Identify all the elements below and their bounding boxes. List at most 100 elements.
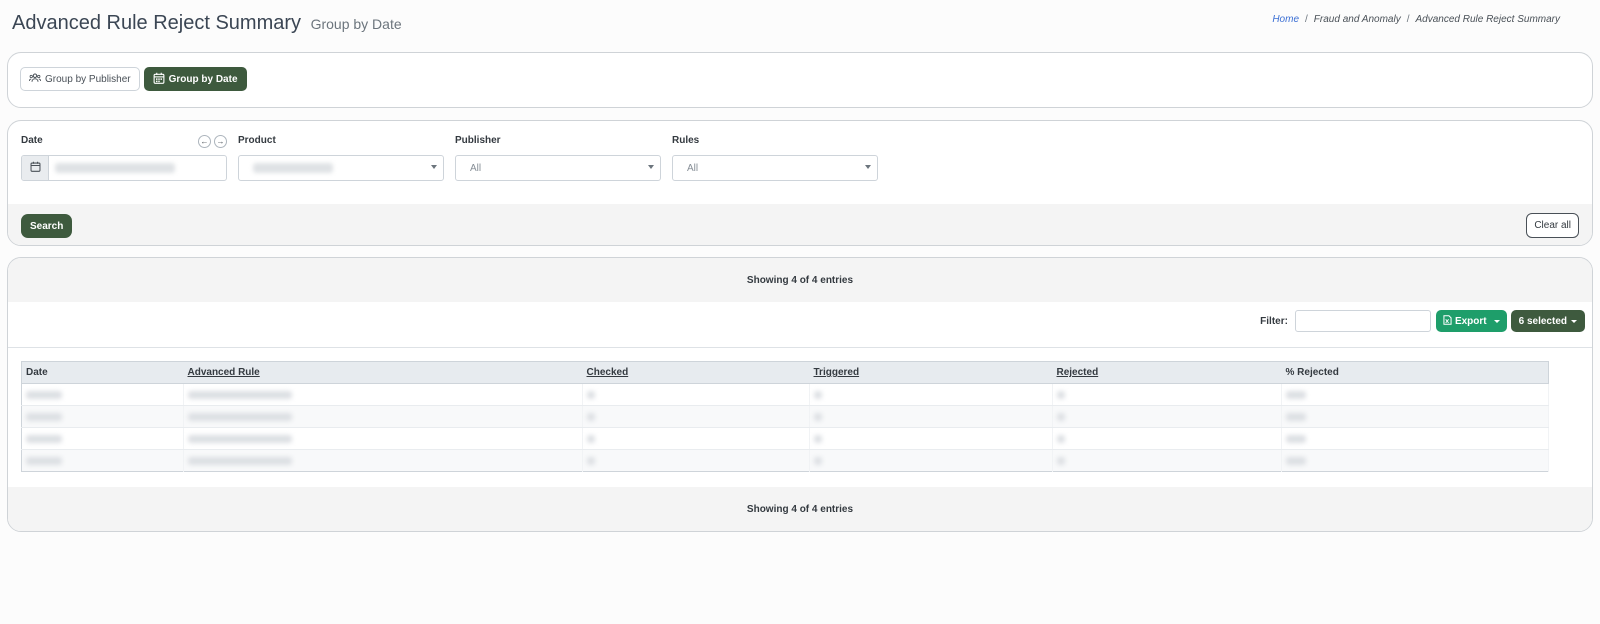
columns-selected-button[interactable]: 6 selected (1510, 310, 1585, 332)
table-cell (1052, 449, 1282, 472)
table-cell (1281, 383, 1549, 406)
group-by-date-label: Group by Date (168, 73, 238, 85)
results-card: Showing 4 of 4 entries Filter: Export 6 … (7, 257, 1593, 532)
page-header: Advanced Rule Reject Summary Group by Da… (12, 10, 1560, 40)
breadcrumb-separator: / (1406, 14, 1410, 25)
publisher-filter: Publisher All (455, 135, 661, 181)
table-cell (183, 405, 583, 428)
table-cell (183, 383, 583, 406)
column-header-date: Date (21, 361, 184, 384)
table-row (21, 405, 1549, 428)
date-range-value (49, 156, 226, 180)
date-calendar-addon[interactable] (22, 156, 49, 180)
table-cell (1052, 383, 1282, 406)
redacted-text (253, 163, 333, 173)
entries-count-bottom: Showing 4 of 4 entries (8, 487, 1592, 531)
table-cell (582, 449, 810, 472)
table-header-row: Date Advanced Rule Checked Triggered Rej… (21, 361, 1549, 384)
table-row (21, 449, 1549, 472)
column-header-rejected[interactable]: Rejected (1052, 361, 1282, 384)
export-label: Export (1454, 315, 1487, 327)
toolbar-divider (8, 347, 1592, 348)
rules-select[interactable]: All (672, 155, 878, 181)
table-cell (809, 383, 1053, 406)
filter-input[interactable] (1294, 310, 1431, 332)
column-header-triggered[interactable]: Triggered (809, 361, 1053, 384)
table-cell (809, 427, 1053, 450)
table-cell (21, 405, 184, 428)
table-body (21, 383, 1549, 472)
filter-footer: Search Clear all (8, 204, 1592, 245)
caret-down-icon (648, 165, 654, 169)
publisher-label: Publisher (455, 135, 501, 146)
group-by-publisher-label: Group by Publisher (45, 73, 131, 85)
export-button[interactable]: Export (1435, 310, 1507, 332)
date-next-button[interactable]: → (214, 135, 227, 148)
page-title-text: Advanced Rule Reject Summary (12, 12, 302, 34)
publisher-select[interactable]: All (455, 155, 661, 181)
table-cell (21, 383, 184, 406)
date-prev-button[interactable]: ← (198, 135, 211, 148)
search-button[interactable]: Search (21, 214, 73, 238)
product-label: Product (238, 135, 276, 146)
page: Advanced Rule Reject Summary Group by Da… (0, 0, 1600, 624)
table-toolbar: Filter: Export 6 selected (1260, 310, 1585, 332)
table-row (21, 427, 1549, 450)
date-nav: ← → (198, 135, 227, 148)
table-cell (1281, 449, 1549, 472)
filters-card: Date ← → Product Publisher All Rules All… (7, 120, 1593, 246)
view-toggle-group: Group by Publisher Group by Date (20, 67, 247, 91)
users-icon (28, 72, 42, 87)
calendar-icon (153, 72, 165, 87)
group-by-date-button[interactable]: Group by Date (143, 67, 247, 91)
entries-count-top: Showing 4 of 4 entries (8, 258, 1592, 302)
product-select[interactable] (238, 155, 444, 181)
date-label: Date (21, 135, 43, 146)
caret-down-icon (865, 165, 871, 169)
column-header-advanced-rule[interactable]: Advanced Rule (183, 361, 583, 384)
view-toggle-card: Group by Publisher Group by Date (7, 52, 1593, 108)
arrow-left-icon: ← (200, 136, 209, 146)
table-cell (183, 449, 583, 472)
table-cell (809, 449, 1053, 472)
filter-label: Filter: (1260, 315, 1288, 327)
page-subtitle: Group by Date (310, 16, 402, 32)
rules-filter: Rules All (672, 135, 878, 181)
table-cell (582, 427, 810, 450)
table-cell (582, 383, 810, 406)
columns-selected-label: 6 selected (1518, 315, 1567, 327)
breadcrumb-fraud-and-anomaly: Fraud and Anomaly (1313, 14, 1401, 25)
table-cell (183, 427, 583, 450)
results-table: Date Advanced Rule Checked Triggered Rej… (21, 361, 1549, 472)
column-header-percent-rejected: % Rejected (1281, 361, 1549, 384)
arrow-right-icon: → (216, 136, 225, 146)
table-cell (1052, 405, 1282, 428)
table-cell (1052, 427, 1282, 450)
calendar-icon (30, 159, 41, 177)
redacted-text (55, 163, 175, 173)
caret-down-icon (1571, 319, 1577, 323)
product-filter: Product (238, 135, 444, 181)
file-excel-icon (1443, 314, 1452, 328)
table-cell (1281, 427, 1549, 450)
group-by-publisher-button[interactable]: Group by Publisher (20, 67, 140, 91)
caret-down-icon (431, 165, 437, 169)
clear-all-button[interactable]: Clear all (1526, 213, 1579, 238)
page-title: Advanced Rule Reject Summary Group by Da… (12, 12, 402, 35)
date-filter: Date ← → (21, 135, 227, 181)
breadcrumb-current: Advanced Rule Reject Summary (1415, 14, 1560, 25)
publisher-select-value: All (470, 162, 482, 174)
table-cell (809, 405, 1053, 428)
breadcrumb-home[interactable]: Home (1272, 14, 1299, 25)
table-cell (21, 449, 184, 472)
rules-select-value: All (687, 162, 699, 174)
table-cell (1281, 405, 1549, 428)
table-row (21, 383, 1549, 406)
column-header-checked[interactable]: Checked (582, 361, 810, 384)
caret-down-icon (1493, 319, 1500, 323)
table-cell (582, 405, 810, 428)
table-cell (21, 427, 184, 450)
date-range-input[interactable] (21, 155, 227, 181)
breadcrumb-separator: / (1305, 14, 1308, 25)
rules-label: Rules (672, 135, 700, 146)
